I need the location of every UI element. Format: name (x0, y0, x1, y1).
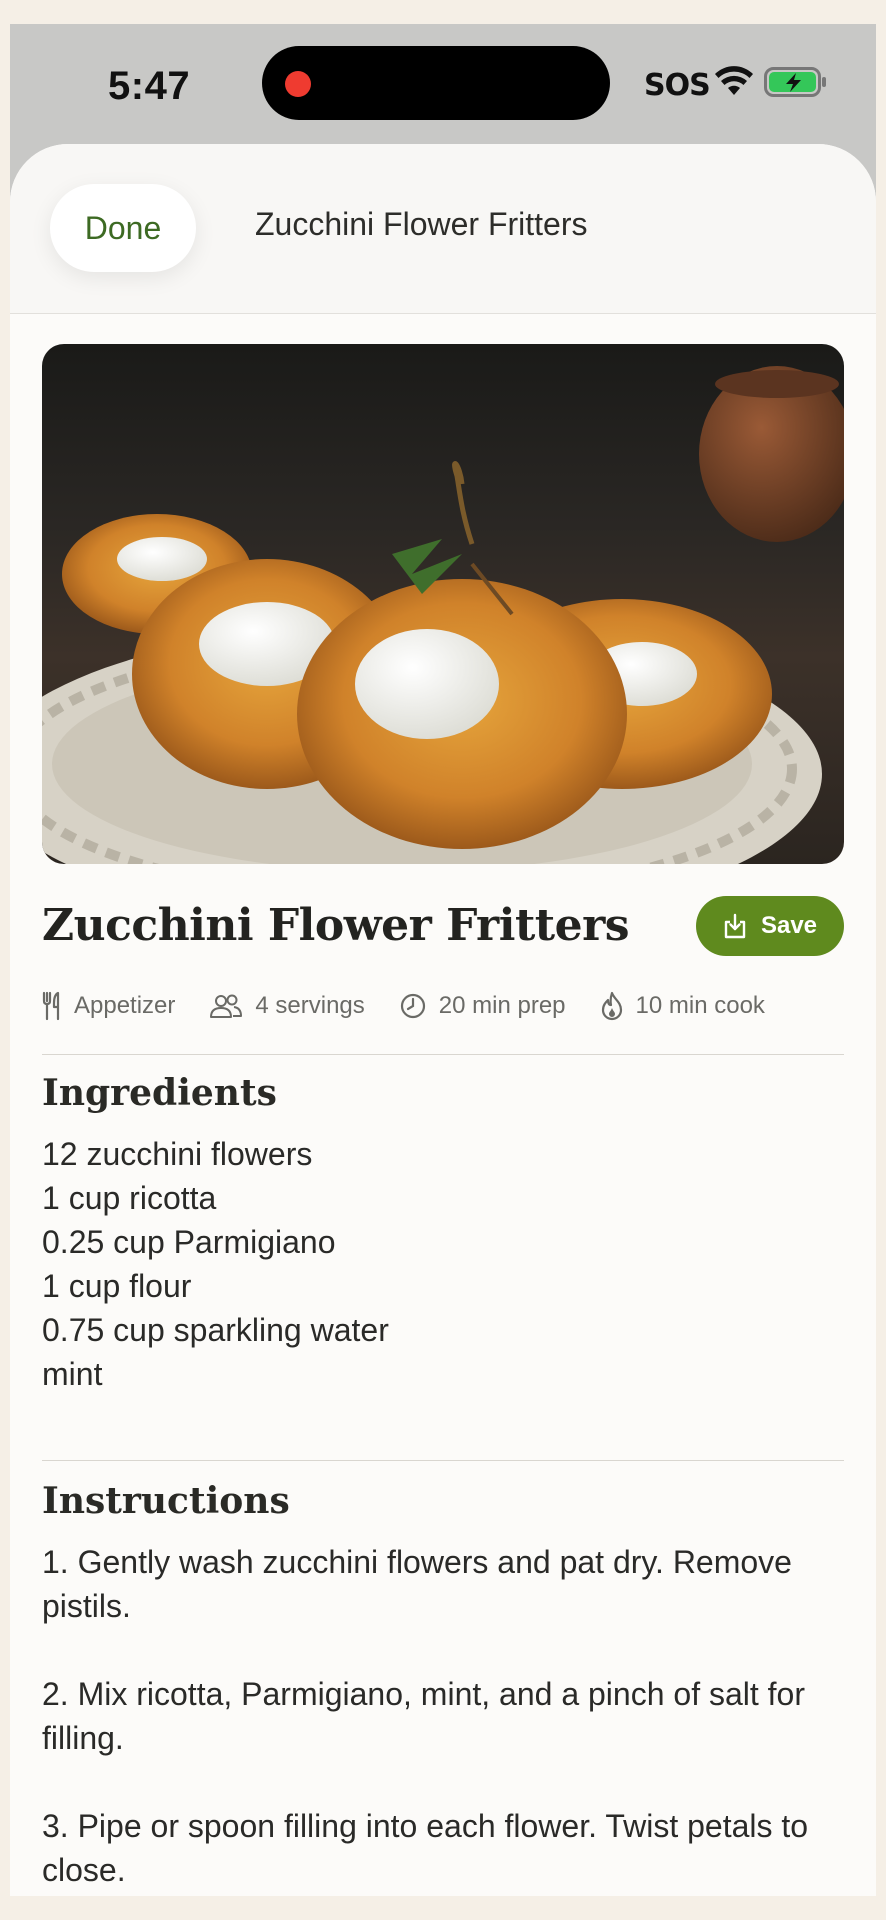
instruction-step: 1. Gently wash zucchini flowers and pat … (42, 1544, 792, 1624)
ingredient-item: mint (42, 1356, 103, 1392)
flame-icon (601, 991, 622, 1021)
divider (42, 1460, 844, 1461)
meta-prep-label: 20 min prep (438, 992, 566, 1019)
recipe-meta: Appetizer 4 servings 20 min prep 10 min … (42, 986, 844, 1026)
status-time: 5:47 (108, 64, 191, 108)
recipe-sheet: Done Zucchini Flower Fritters Zucchini F… (10, 144, 876, 1896)
meta-prep: 20 min prep (399, 992, 566, 1020)
ingredient-item: 0.25 cup Parmigiano (42, 1224, 336, 1260)
ingredients-list: 12 zucchini flowers 1 cup ricotta 0.25 c… (42, 1132, 389, 1396)
meta-servings: 4 servings (209, 992, 365, 1020)
ingredient-item: 12 zucchini flowers (42, 1136, 313, 1172)
status-bar: 5:47 SOS (10, 24, 876, 144)
battery-charging-icon (764, 67, 826, 97)
instructions-heading: Instructions (42, 1480, 290, 1522)
phone-screen: 5:47 SOS Done Zucchini Flower Fritters Z… (10, 24, 876, 1896)
instruction-step: 2. Mix ricotta, Parmigiano, mint, and a … (42, 1676, 805, 1756)
meta-servings-label: 4 servings (255, 992, 365, 1019)
save-download-icon (724, 913, 746, 939)
divider (42, 1054, 844, 1055)
people-icon (210, 994, 243, 1018)
save-button[interactable]: Save (696, 896, 844, 956)
ingredient-item: 1 cup ricotta (42, 1180, 217, 1216)
ingredient-item: 1 cup flour (42, 1268, 192, 1304)
ingredients-heading: Ingredients (42, 1072, 277, 1114)
meta-cook: 10 min cook (600, 991, 765, 1021)
meta-category: Appetizer (42, 991, 175, 1021)
sos-indicator: SOS (644, 68, 711, 103)
instructions-list: 1. Gently wash zucchini flowers and pat … (42, 1540, 842, 1896)
fork-knife-icon (42, 991, 60, 1021)
save-label: Save (760, 912, 818, 939)
instruction-step: 3. Pipe or spoon filling into each flowe… (42, 1808, 809, 1888)
clock-icon (400, 993, 425, 1019)
meta-category-label: Appetizer (74, 992, 176, 1019)
recipe-title: Zucchini Flower Fritters (42, 900, 630, 951)
navigation-bar: Done Zucchini Flower Fritters (10, 144, 876, 314)
nav-title: Zucchini Flower Fritters (255, 206, 588, 242)
wifi-icon (715, 66, 753, 95)
ingredient-item: 0.75 cup sparkling water (42, 1312, 389, 1348)
recording-dot-icon (285, 71, 311, 97)
done-button[interactable]: Done (50, 184, 196, 272)
dynamic-island (262, 46, 610, 120)
meta-cook-label: 10 min cook (635, 992, 765, 1019)
recipe-photo (42, 344, 844, 864)
